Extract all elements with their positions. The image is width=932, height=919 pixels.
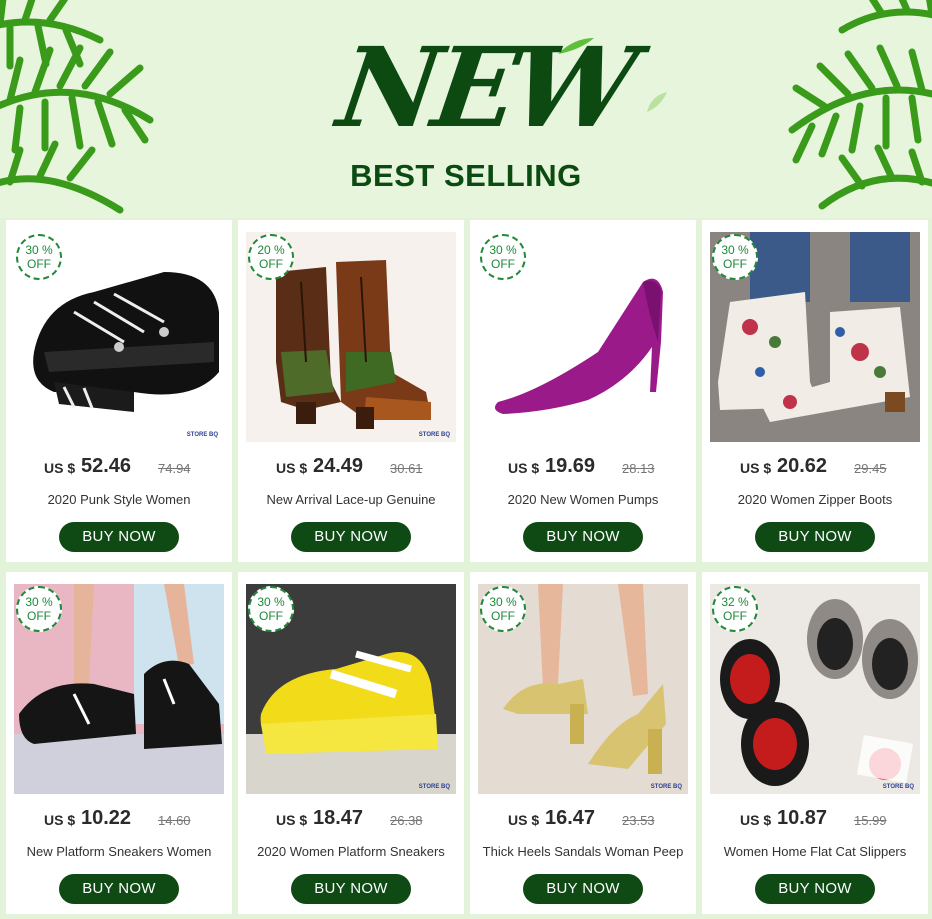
sale-price: 16.47 (545, 807, 596, 829)
discount-badge: 30 % OFF (248, 586, 294, 632)
product-card[interactable]: STORE BQ 32 % OFF US $ 10.87 15.99 Women… (702, 572, 928, 914)
leaf-accent-small-decoration (647, 92, 667, 112)
discount-badge: 30 % OFF (480, 586, 526, 632)
discount-off-label: OFF (259, 609, 283, 623)
discount-percent: 20 % (257, 243, 285, 257)
discount-off-label: OFF (723, 257, 747, 271)
currency-label: US $ (276, 812, 308, 828)
store-tag: STORE BQ (418, 432, 450, 438)
product-card[interactable]: STORE BQ 30 % OFF US $ 16.47 23.53 Thick… (470, 572, 696, 914)
product-title[interactable]: Women Home Flat Cat Slippers (706, 844, 924, 859)
product-title[interactable]: 2020 New Women Pumps (474, 492, 692, 507)
discount-percent: 30 % (489, 595, 517, 609)
currency-label: US $ (740, 460, 772, 476)
currency-label: US $ (44, 460, 76, 476)
original-price: 26.38 (390, 813, 423, 828)
original-price: 15.99 (854, 813, 887, 828)
price-row: US $ 10.22 14.60 (6, 807, 232, 832)
discount-percent: 30 % (257, 595, 285, 609)
discount-badge: 30 % OFF (16, 234, 62, 280)
buy-now-button[interactable]: BUY NOW (59, 522, 179, 552)
sale-price: 52.46 (81, 455, 132, 477)
currency-label: US $ (276, 460, 308, 476)
product-title[interactable]: 2020 Punk Style Women (10, 492, 228, 507)
original-price: 14.60 (158, 813, 191, 828)
sale-price: 10.87 (777, 807, 828, 829)
price-row: US $ 52.46 74.94 (6, 455, 232, 480)
buy-now-button[interactable]: BUY NOW (523, 522, 643, 552)
sale-price: 24.49 (313, 455, 364, 477)
banner-headline: NEW (331, 23, 640, 152)
currency-label: US $ (508, 812, 540, 828)
discount-badge: 30 % OFF (16, 586, 62, 632)
price-row: US $ 10.87 15.99 (702, 807, 928, 832)
original-price: 23.53 (622, 813, 655, 828)
product-title[interactable]: 2020 Women Zipper Boots (706, 492, 924, 507)
product-title[interactable]: New Platform Sneakers Women (10, 844, 228, 859)
sale-price: 18.47 (313, 807, 364, 829)
price-row: US $ 20.62 29.45 (702, 455, 928, 480)
original-price: 28.13 (622, 461, 655, 476)
store-tag: STORE BQ (186, 432, 218, 438)
sale-price: 19.69 (545, 455, 596, 477)
discount-percent: 30 % (25, 243, 53, 257)
sale-price: 20.62 (777, 455, 828, 477)
discount-percent: 32 % (721, 595, 749, 609)
store-tag: STORE BQ (418, 784, 450, 790)
price-row: US $ 16.47 23.53 (470, 807, 696, 832)
buy-now-button[interactable]: BUY NOW (755, 522, 875, 552)
buy-now-button[interactable]: BUY NOW (523, 874, 643, 904)
store-tag: STORE BQ (650, 784, 682, 790)
product-title[interactable]: 2020 Women Platform Sneakers (242, 844, 460, 859)
original-price: 30.61 (390, 461, 423, 476)
currency-label: US $ (44, 812, 76, 828)
currency-label: US $ (740, 812, 772, 828)
discount-off-label: OFF (491, 609, 515, 623)
discount-percent: 30 % (721, 243, 749, 257)
price-row: US $ 19.69 28.13 (470, 455, 696, 480)
price-row: US $ 18.47 26.38 (238, 807, 464, 832)
product-card[interactable]: 30 % OFF US $ 10.22 14.60 New Platform S… (6, 572, 232, 914)
discount-badge: 20 % OFF (248, 234, 294, 280)
product-card[interactable]: STORE BQ 30 % OFF US $ 52.46 74.94 2020 … (6, 220, 232, 562)
product-title[interactable]: New Arrival Lace-up Genuine (242, 492, 460, 507)
product-title[interactable]: Thick Heels Sandals Woman Peep (474, 844, 692, 859)
store-tag: STORE BQ (882, 784, 914, 790)
discount-off-label: OFF (27, 257, 51, 271)
sale-price: 10.22 (81, 807, 132, 829)
discount-off-label: OFF (723, 609, 747, 623)
buy-now-button[interactable]: BUY NOW (755, 874, 875, 904)
discount-off-label: OFF (259, 257, 283, 271)
buy-now-button[interactable]: BUY NOW (291, 522, 411, 552)
discount-off-label: OFF (27, 609, 51, 623)
product-card[interactable]: 30 % OFF US $ 20.62 29.45 2020 Women Zip… (702, 220, 928, 562)
product-card[interactable]: 30 % OFF US $ 19.69 28.13 2020 New Women… (470, 220, 696, 562)
original-price: 74.94 (158, 461, 191, 476)
currency-label: US $ (508, 460, 540, 476)
buy-now-button[interactable]: BUY NOW (59, 874, 179, 904)
banner: NEW BEST SELLING (0, 0, 932, 218)
buy-now-button[interactable]: BUY NOW (291, 874, 411, 904)
product-card[interactable]: STORE BQ 20 % OFF US $ 24.49 30.61 New A… (238, 220, 464, 562)
banner-subheadline: BEST SELLING (350, 158, 582, 193)
price-row: US $ 24.49 30.61 (238, 455, 464, 480)
product-grid: STORE BQ 30 % OFF US $ 52.46 74.94 2020 … (0, 218, 932, 919)
original-price: 29.45 (854, 461, 887, 476)
discount-percent: 30 % (25, 595, 53, 609)
discount-badge: 30 % OFF (712, 234, 758, 280)
discount-percent: 30 % (489, 243, 517, 257)
discount-off-label: OFF (491, 257, 515, 271)
product-card[interactable]: STORE BQ 30 % OFF US $ 18.47 26.38 2020 … (238, 572, 464, 914)
discount-badge: 30 % OFF (480, 234, 526, 280)
discount-badge: 32 % OFF (712, 586, 758, 632)
